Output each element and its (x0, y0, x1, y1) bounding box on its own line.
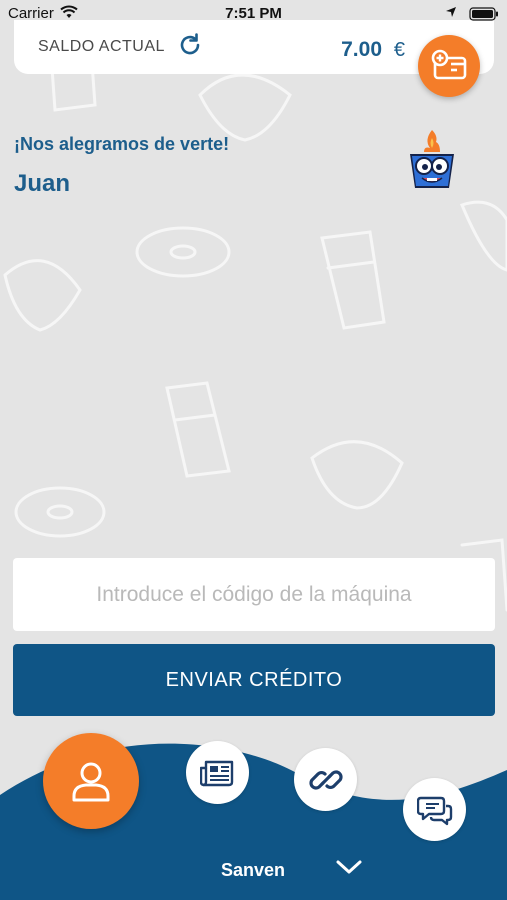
send-credit-button[interactable]: ENVIAR CRÉDITO (13, 644, 495, 716)
chat-button[interactable] (403, 778, 466, 841)
link-button[interactable] (294, 748, 357, 811)
machine-code-input[interactable] (13, 558, 495, 631)
balance-amount: 7.00 (341, 38, 382, 61)
profile-button[interactable] (43, 733, 139, 829)
status-bar: Carrier 7:51 PM (0, 0, 507, 28)
location-icon (446, 7, 456, 17)
add-credit-button[interactable] (418, 35, 480, 97)
newspaper-icon (199, 760, 233, 786)
balance-currency: € (393, 39, 405, 61)
chevron-down-icon[interactable] (335, 857, 363, 877)
link-icon (308, 769, 343, 790)
news-button[interactable] (186, 741, 249, 804)
wallet-add-icon (431, 49, 467, 80)
user-name: Juan (14, 170, 71, 197)
battery-icon (469, 7, 498, 21)
balance-label: SALDO ACTUAL (38, 38, 165, 55)
status-time: 7:51 PM (225, 5, 282, 22)
refresh-icon[interactable] (177, 32, 203, 58)
mascot-cup-icon (410, 130, 454, 188)
brand-name: Sanven (221, 860, 286, 880)
chat-icon (416, 796, 452, 825)
welcome-text: ¡Nos alegramos de verte! (14, 134, 230, 154)
user-icon (72, 762, 110, 802)
